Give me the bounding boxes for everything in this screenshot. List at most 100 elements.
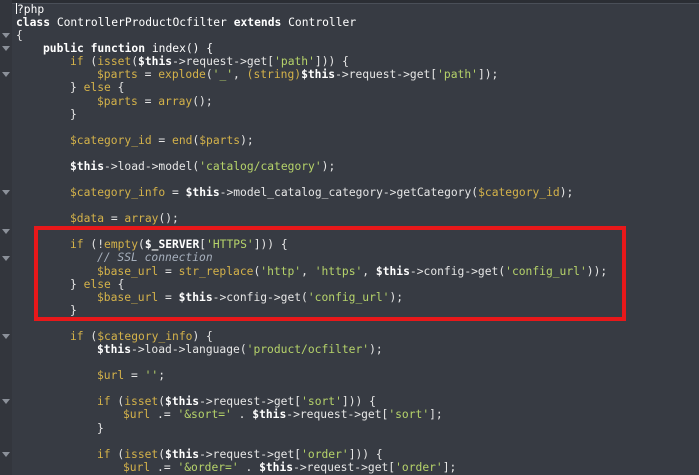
code-line[interactable]: if (isset($this->request->get['path'])) … — [16, 55, 607, 68]
code-token-op: = — [104, 212, 125, 226]
code-token-op: ]); — [477, 68, 499, 82]
code-line[interactable]: { — [16, 29, 607, 42]
code-token-op: (); — [192, 94, 213, 108]
code-token-fn: array — [158, 94, 193, 108]
fold-toggle-icon[interactable] — [2, 399, 10, 405]
code-line[interactable] — [16, 356, 607, 369]
code-token-var: $category_id — [70, 133, 152, 147]
code-line[interactable]: $parts = explode('_', (string)$this->req… — [16, 68, 607, 81]
code-token-fn: end — [172, 133, 193, 147]
code-line[interactable]: $url = ''; — [16, 369, 607, 382]
code-line[interactable]: $category_id = end($parts); — [16, 134, 607, 147]
code-line[interactable]: } else { — [16, 81, 607, 94]
code-token-thisv: $this — [138, 55, 173, 69]
code-token-var: $url — [97, 369, 125, 383]
code-token-mth: ->request->get[ — [293, 460, 396, 474]
fold-toggle-icon[interactable] — [2, 46, 10, 52]
code-token-fn: explode — [158, 68, 206, 82]
code-token-cls: ControllerProductOcfilter — [56, 16, 227, 30]
code-token-str: '_' — [212, 68, 234, 82]
code-token-str: '' — [144, 369, 159, 383]
code-line[interactable]: } — [16, 108, 607, 121]
code-token-cls: Controller — [288, 16, 357, 30]
code-token-op: .= — [150, 408, 178, 422]
code-token-thisv: $this — [165, 395, 200, 409]
code-token-thisv: $this — [301, 68, 336, 82]
code-token-var: $parts — [97, 94, 138, 108]
code-line[interactable] — [16, 173, 607, 186]
code-token-op: ( — [110, 447, 125, 461]
code-token-str: 'product/ocfilter' — [246, 343, 370, 357]
code-token-op: ( — [83, 329, 98, 343]
code-token-var: $url — [123, 460, 151, 474]
fold-toggle-icon[interactable] — [2, 190, 10, 196]
code-token-op: , — [233, 68, 247, 82]
code-token-kw: function — [90, 42, 146, 56]
code-line[interactable]: class ControllerProductOcfilter extends … — [16, 16, 607, 29]
code-line[interactable]: $parts = array(); — [16, 95, 607, 108]
code-token-mth: ->request->get[ — [286, 408, 389, 422]
code-editor[interactable]: ?php class ControllerProductOcfilter exte… — [0, 0, 699, 475]
code-token-tag: ?php — [17, 3, 45, 16]
code-token-op: ) { — [192, 329, 213, 343]
code-line[interactable]: if (isset($this->request->get['order']))… — [16, 448, 607, 461]
code-line[interactable] — [16, 199, 607, 212]
fold-toggle-icon[interactable] — [2, 33, 10, 39]
code-token-op: = — [151, 133, 173, 147]
code-line[interactable]: $category_info = $this->model_catalog_ca… — [16, 186, 607, 199]
fold-toggle-icon[interactable] — [2, 72, 10, 78]
code-line[interactable]: if ($category_info) { — [16, 330, 607, 343]
code-token-str: 'sort' — [301, 395, 342, 409]
code-token-str: '&order=' — [177, 460, 239, 474]
code-token-thisv: $this — [165, 447, 200, 461]
code-token-op: } — [70, 107, 77, 121]
code-token-fn: (string) — [246, 68, 302, 82]
code-line[interactable]: } — [16, 422, 607, 435]
code-token-ctl: if — [97, 395, 111, 409]
code-line[interactable]: $this->load->language('product/ocfilter'… — [16, 343, 607, 356]
code-token-fn: array — [124, 212, 159, 226]
code-token-thisv: $this — [97, 343, 132, 357]
code-line[interactable]: $data = array(); — [16, 212, 607, 225]
code-token-op: = — [137, 68, 159, 82]
code-line[interactable] — [16, 147, 607, 160]
fold-toggle-icon[interactable] — [2, 451, 10, 457]
code-token-var: $category_info — [70, 186, 166, 200]
code-line[interactable]: $this->load->model('catalog/category'); — [16, 160, 607, 173]
code-token-op: ( — [83, 55, 98, 69]
code-token-op: ); — [240, 133, 254, 147]
code-token-thisv: $this — [185, 186, 220, 200]
code-token-str: 'path' — [274, 55, 315, 69]
fold-toggle-icon[interactable] — [2, 334, 10, 339]
fold-toggle-icon[interactable] — [2, 255, 10, 261]
code-token-kw: extends — [233, 16, 282, 30]
code-line[interactable] — [16, 382, 607, 395]
code-token-mth: ->load->language( — [131, 343, 247, 357]
code-token-op: ])) { — [314, 55, 349, 69]
code-token-var: $category_id — [478, 186, 560, 200]
code-token-id: index() { — [151, 42, 214, 56]
code-token-thisv: $this — [70, 159, 105, 173]
code-line[interactable]: public function index() { — [16, 42, 607, 55]
code-line[interactable]: $url .= '&order=' . $this->request->get[… — [16, 461, 607, 474]
code-line[interactable]: if (isset($this->request->get['sort'])) … — [16, 395, 607, 408]
code-token-thisv: $this — [252, 408, 287, 422]
code-token-str: '&sort=' — [177, 408, 232, 422]
code-line[interactable] — [16, 121, 607, 134]
fold-toggle-icon[interactable] — [2, 229, 10, 235]
code-token-mth: ->request->get[ — [335, 68, 438, 82]
code-token-var: $url — [123, 408, 151, 422]
code-token-op: ])) { — [348, 447, 383, 461]
code-token-op: = — [137, 94, 159, 108]
code-token-ctl: if — [70, 329, 84, 343]
code-line[interactable]: ?php — [16, 3, 607, 16]
fold-gutter[interactable] — [0, 0, 12, 475]
code-token-op: ])) { — [341, 395, 376, 409]
code-line[interactable]: $url .= '&sort=' . $this->request->get['… — [16, 408, 607, 421]
code-line[interactable] — [16, 435, 607, 448]
code-token-str: 'catalog/category' — [199, 159, 322, 173]
code-token-op: { — [110, 81, 125, 95]
code-token-var: $parts — [199, 133, 241, 147]
code-token-str: 'order' — [301, 447, 349, 461]
code-token-op: = — [165, 186, 186, 200]
